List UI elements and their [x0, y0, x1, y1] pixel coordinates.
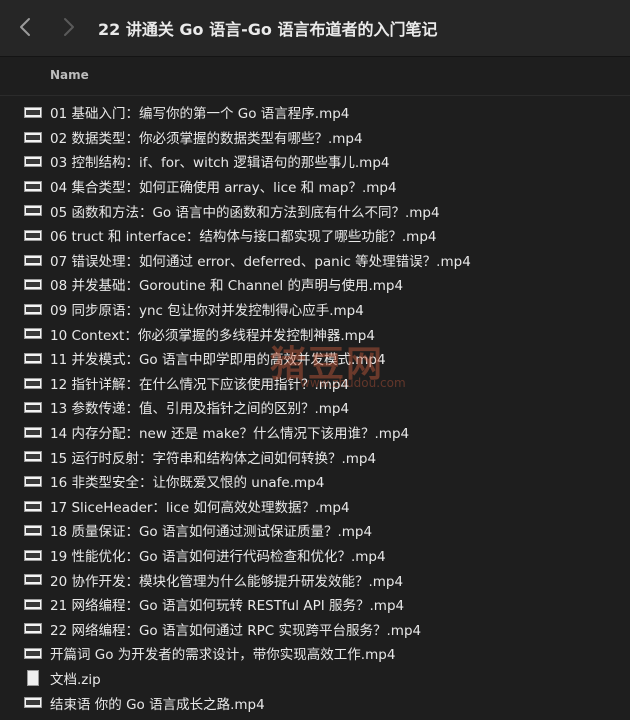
video-file-icon [24, 180, 42, 192]
file-row[interactable]: 17 SliceHeader：lice 如何高效处理数据？.mp4 [0, 494, 630, 519]
video-file-icon [24, 598, 42, 610]
video-file-icon [24, 131, 42, 143]
watermark-url: www.zhudou.com [300, 376, 406, 390]
file-row[interactable]: 14 内存分配：new 还是 make？什么情况下该用谁？.mp4 [0, 420, 630, 445]
video-file-icon [24, 648, 42, 660]
video-file-icon [24, 475, 42, 487]
file-row[interactable]: 09 同步原语：ync 包让你对并发控制得心应手.mp4 [0, 297, 630, 322]
file-name: 03 控制结构：if、for、witch 逻辑语句的那些事儿.mp4 [50, 155, 390, 172]
chevron-left-icon [19, 17, 31, 37]
back-button[interactable] [12, 14, 38, 40]
file-name: 18 质量保证：Go 语言如何通过测试保证质量？.mp4 [50, 524, 373, 541]
file-row[interactable]: 19 性能优化：Go 语言如何进行代码检查和优化？.mp4 [0, 543, 630, 568]
file-name: 13 参数传递：值、引用及指针之间的区别？.mp4 [50, 401, 350, 418]
chevron-right-icon [63, 17, 75, 37]
file-name: 19 性能优化：Go 语言如何进行代码检查和优化？.mp4 [50, 548, 386, 565]
video-file-icon [24, 229, 42, 241]
video-file-icon [24, 525, 42, 537]
video-file-icon [24, 205, 42, 217]
file-row[interactable]: 开篇词 Go 为开发者的需求设计，带你实现高效工作.mp4 [0, 641, 630, 666]
file-name: 01 基础入门：编写你的第一个 Go 语言程序.mp4 [50, 106, 350, 123]
forward-button[interactable] [56, 14, 82, 40]
window-title: 22 讲通关 Go 语言-Go 语言布道者的入门笔记 [98, 20, 438, 39]
video-file-icon [24, 451, 42, 463]
column-header-row: Name [0, 57, 630, 96]
file-row[interactable]: 03 控制结构：if、for、witch 逻辑语句的那些事儿.mp4 [0, 149, 630, 174]
file-row[interactable]: 22 网络编程：Go 语言如何通过 RPC 实现跨平台服务？.mp4 [0, 616, 630, 641]
video-file-icon [24, 156, 42, 168]
document-file-icon [27, 669, 39, 686]
file-row[interactable]: 13 参数传递：值、引用及指针之间的区别？.mp4 [0, 395, 630, 420]
video-file-icon [24, 328, 42, 340]
file-name: 文档.zip [50, 671, 101, 688]
title-bar: 22 讲通关 Go 语言-Go 语言布道者的入门笔记 [0, 0, 630, 57]
video-file-icon [24, 500, 42, 512]
file-row[interactable]: 21 网络编程：Go 语言如何玩转 RESTful API 服务？.mp4 [0, 592, 630, 617]
video-file-icon [24, 279, 42, 291]
file-row[interactable]: 05 函数和方法：Go 语言中的函数和方法到底有什么不同？.mp4 [0, 198, 630, 223]
video-file-icon [24, 377, 42, 389]
file-name: 06 truct 和 interface：结构体与接口都实现了哪些功能？.mp4 [50, 229, 437, 246]
file-name: 07 错误处理：如何通过 error、deferred、panic 等处理错误？… [50, 253, 471, 270]
file-row[interactable]: 07 错误处理：如何通过 error、deferred、panic 等处理错误？… [0, 248, 630, 273]
finder-window: 22 讲通关 Go 语言-Go 语言布道者的入门笔记 Name 01 基础入门：… [0, 0, 630, 720]
file-name: 14 内存分配：new 还是 make？什么情况下该用谁？.mp4 [50, 426, 410, 443]
video-file-icon [24, 352, 42, 364]
file-row[interactable]: 08 并发基础：Goroutine 和 Channel 的声明与使用.mp4 [0, 272, 630, 297]
video-file-icon [24, 574, 42, 586]
file-name: 结束语 你的 Go 语言成长之路.mp4 [50, 696, 265, 713]
file-row[interactable]: 16 非类型安全：让你既爱又恨的 unafe.mp4 [0, 469, 630, 494]
file-name: 04 集合类型：如何正确使用 array、lice 和 map？.mp4 [50, 180, 397, 197]
video-file-icon [24, 623, 42, 635]
file-row[interactable]: 15 运行时反射：字符串和结构体之间如何转换？.mp4 [0, 444, 630, 469]
video-file-icon [24, 107, 42, 118]
video-file-icon [24, 426, 42, 438]
file-row[interactable]: 20 协作开发：模块化管理为什么能够提升研发效能？.mp4 [0, 567, 630, 592]
file-name: 09 同步原语：ync 包让你对并发控制得心应手.mp4 [50, 303, 364, 320]
file-row[interactable]: 18 质量保证：Go 语言如何通过测试保证质量？.mp4 [0, 518, 630, 543]
file-row[interactable]: 04 集合类型：如何正确使用 array、lice 和 map？.mp4 [0, 174, 630, 199]
file-name: 16 非类型安全：让你既爱又恨的 unafe.mp4 [50, 475, 325, 492]
file-name: 21 网络编程：Go 语言如何玩转 RESTful API 服务？.mp4 [50, 598, 405, 615]
file-name: 22 网络编程：Go 语言如何通过 RPC 实现跨平台服务？.mp4 [50, 622, 422, 639]
file-row[interactable]: 02 数据类型：你必须掌握的数据类型有哪些？.mp4 [0, 125, 630, 150]
file-name: 15 运行时反射：字符串和结构体之间如何转换？.mp4 [50, 450, 377, 467]
video-file-icon [24, 303, 42, 315]
file-name: 02 数据类型：你必须掌握的数据类型有哪些？.mp4 [50, 130, 363, 147]
file-name: 05 函数和方法：Go 语言中的函数和方法到底有什么不同？.mp4 [50, 204, 440, 221]
video-file-icon [24, 254, 42, 266]
column-header-name[interactable]: Name [50, 68, 89, 82]
file-list: 01 基础入门：编写你的第一个 Go 语言程序.mp4 02 数据类型：你必须掌握… [0, 100, 630, 715]
file-name: 20 协作开发：模块化管理为什么能够提升研发效能？.mp4 [50, 573, 404, 590]
file-row[interactable]: 01 基础入门：编写你的第一个 Go 语言程序.mp4 [0, 100, 630, 125]
file-name: 08 并发基础：Goroutine 和 Channel 的声明与使用.mp4 [50, 278, 404, 295]
file-name: 17 SliceHeader：lice 如何高效处理数据？.mp4 [50, 499, 350, 516]
video-file-icon [24, 402, 42, 414]
file-row[interactable]: 06 truct 和 interface：结构体与接口都实现了哪些功能？.mp4 [0, 223, 630, 248]
video-file-icon [24, 697, 42, 709]
file-row[interactable]: 文档.zip [0, 666, 630, 691]
file-row[interactable]: 结束语 你的 Go 语言成长之路.mp4 [0, 690, 630, 715]
video-file-icon [24, 549, 42, 561]
file-name: 开篇词 Go 为开发者的需求设计，带你实现高效工作.mp4 [50, 647, 396, 664]
